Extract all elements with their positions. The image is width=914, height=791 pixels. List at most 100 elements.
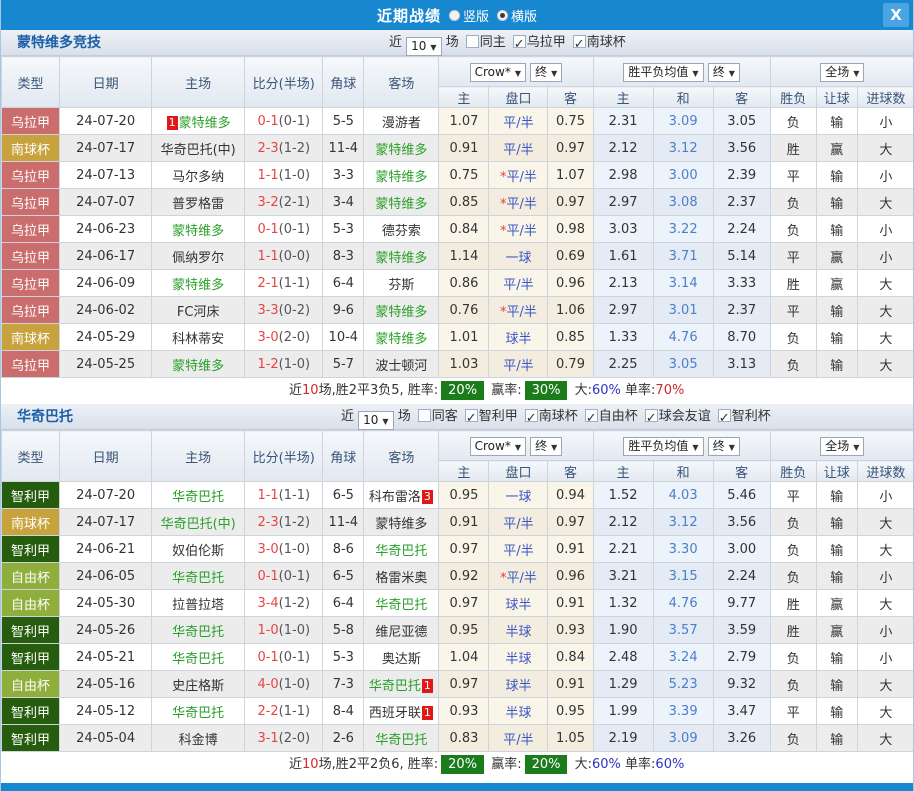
vertical-layout-label[interactable]: 竖版	[463, 6, 489, 25]
filter-label[interactable]: 乌拉甲	[527, 35, 566, 50]
half-time-score: (0-1)	[279, 650, 310, 665]
corners-cell: 6-4	[323, 590, 364, 617]
avg-time-dropdown[interactable]: 终▼	[708, 63, 740, 82]
avg-home: 2.25	[593, 351, 653, 378]
away-team-name: 波士顿河	[375, 359, 427, 374]
goals-cell: 大	[857, 351, 914, 378]
goals-cell: 小	[857, 216, 914, 243]
filter-checkbox-智利杯[interactable]	[718, 409, 731, 422]
away-team-name: 奥达斯	[382, 652, 421, 667]
home-team-cell: 华奇巴托(中)	[152, 135, 245, 162]
line-value: 平/半	[503, 143, 533, 158]
summary-text: 单率:	[621, 383, 656, 398]
team-name: 蒙特维多竞技	[17, 30, 101, 56]
match-row: 智利甲24-06-21奴伯伦斯3-0(1-0)8-6华奇巴托0.97平/半0.9…	[2, 536, 914, 563]
filter-label[interactable]: 南球杯	[539, 409, 578, 424]
avg-draw: 3.12	[653, 135, 713, 162]
summary-text: 大:	[570, 757, 592, 772]
avg-away: 2.39	[713, 162, 770, 189]
avg-dropdown[interactable]: 胜平负均值▼	[623, 63, 703, 82]
odds-line: 半球	[489, 698, 548, 725]
horizontal-layout-radio[interactable]	[497, 10, 508, 21]
odds-time-dropdown[interactable]: 终▼	[530, 63, 562, 82]
half-time-score: (2-0)	[279, 731, 310, 746]
avg-draw-value: 3.12	[669, 141, 698, 156]
close-icon[interactable]: X	[883, 3, 909, 27]
corners-cell: 6-4	[323, 270, 364, 297]
vertical-layout-radio[interactable]	[449, 10, 460, 21]
league-type-badge: 智利甲	[2, 536, 60, 563]
avg-home: 2.13	[593, 270, 653, 297]
league-type-badge: 自由杯	[2, 563, 60, 590]
home-team-cell: 蒙特维多	[152, 270, 245, 297]
full-time-score: 3-0	[257, 330, 278, 345]
filter-label[interactable]: 智利甲	[479, 409, 518, 424]
result-cell: 负	[770, 189, 816, 216]
bookmaker-dropdown[interactable]: Crow*▼	[470, 63, 526, 82]
away-team-name: 华奇巴托	[375, 733, 427, 748]
filter-checkbox-南球杯[interactable]	[525, 409, 538, 422]
avg-dropdown[interactable]: 胜平负均值▼	[623, 437, 703, 456]
summary-text: 场,胜2平3负5, 胜率:	[319, 383, 439, 398]
filter-label[interactable]: 同主	[480, 35, 506, 50]
avg-time-dropdown[interactable]: 终▼	[708, 437, 740, 456]
filter-checkbox-同客[interactable]	[418, 409, 431, 422]
filter-checkbox-同主[interactable]	[466, 35, 479, 48]
away-team-cell: 华奇巴托	[364, 725, 439, 752]
league-type-badge: 自由杯	[2, 590, 60, 617]
filter-label[interactable]: 球会友谊	[659, 409, 711, 424]
avg-draw-value: 3.08	[669, 195, 698, 210]
half-time-score: (1-2)	[279, 596, 310, 611]
home-team-cell: 1蒙特维多	[152, 108, 245, 135]
avg-home: 1.90	[593, 617, 653, 644]
match-date: 24-06-09	[60, 270, 152, 297]
recent-results-window: 近期战绩 竖版 横版 X 蒙特维多竞技 近 10▼ 场同主乌拉甲南球杯 类型 日…	[0, 0, 914, 791]
filter-checkbox-乌拉甲[interactable]	[513, 35, 526, 48]
full-match-dropdown[interactable]: 全场▼	[820, 63, 864, 82]
filter-checkbox-自由杯[interactable]	[585, 409, 598, 422]
filter-checkbox-智利甲[interactable]	[465, 409, 478, 422]
bookmaker-dropdown[interactable]: Crow*▼	[470, 437, 526, 456]
score-cell: 3-0(1-0)	[245, 536, 323, 563]
section-header: 华奇巴托 近 10▼ 场同客智利甲南球杯自由杯球会友谊智利杯	[1, 404, 913, 430]
red-card-badge: 1	[422, 679, 433, 693]
filter-checkbox-南球杯[interactable]	[573, 35, 586, 48]
league-type-badge: 智利甲	[2, 482, 60, 509]
avg-away: 8.70	[713, 324, 770, 351]
avg-home: 2.21	[593, 536, 653, 563]
result-cell: 负	[770, 351, 816, 378]
corners-cell: 5-5	[323, 108, 364, 135]
full-match-dropdown[interactable]: 全场▼	[820, 437, 864, 456]
match-date: 24-05-16	[60, 671, 152, 698]
sub-header-avg-away: 客	[713, 461, 770, 482]
match-row: 乌拉甲24-07-07普罗格雷3-2(2-1)3-4蒙特维多0.85*平/半0.…	[2, 189, 914, 216]
home-team-name: 科金博	[179, 733, 218, 748]
col-header-type: 类型	[2, 431, 60, 482]
avg-draw: 3.05	[653, 351, 713, 378]
league-type-badge: 乌拉甲	[2, 108, 60, 135]
filter-checkbox-球会友谊[interactable]	[645, 409, 658, 422]
match-count-dropdown[interactable]: 10▼	[406, 37, 441, 56]
league-type-badge: 乌拉甲	[2, 189, 60, 216]
horizontal-layout-label[interactable]: 横版	[511, 6, 537, 25]
match-date: 24-05-04	[60, 725, 152, 752]
odds-line: *平/半	[489, 563, 548, 590]
sub-header-result: 胜负	[770, 461, 816, 482]
odds-time-dropdown[interactable]: 终▼	[530, 437, 562, 456]
filter-label[interactable]: 自由杯	[599, 409, 638, 424]
sub-header-result: 胜负	[770, 87, 816, 108]
avg-away: 5.14	[713, 243, 770, 270]
avg-away: 3.26	[713, 725, 770, 752]
match-row: 乌拉甲24-06-09蒙特维多2-1(1-1)6-4芬斯0.86平/半0.962…	[2, 270, 914, 297]
filter-label[interactable]: 南球杯	[587, 35, 626, 50]
home-team-cell: 奴伯伦斯	[152, 536, 245, 563]
handicap-cell: 输	[816, 509, 857, 536]
away-team-cell: 奥达斯	[364, 644, 439, 671]
avg-home: 1.29	[593, 671, 653, 698]
match-count-dropdown[interactable]: 10▼	[358, 411, 393, 430]
filter-label[interactable]: 同客	[432, 409, 458, 424]
score-cell: 3-2(2-1)	[245, 189, 323, 216]
col-header-home: 主场	[152, 431, 245, 482]
home-team-name: 科林蒂安	[172, 332, 224, 347]
filter-label[interactable]: 智利杯	[732, 409, 771, 424]
